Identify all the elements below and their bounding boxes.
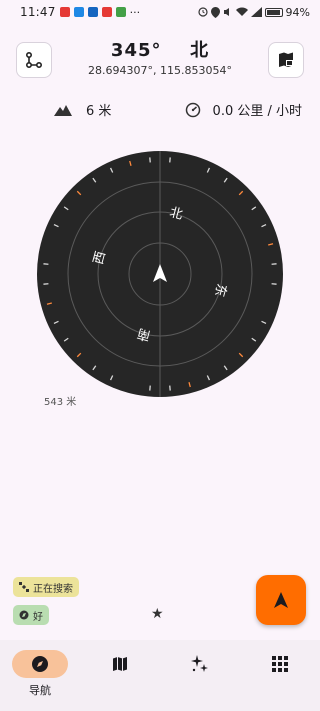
sparkle-icon	[191, 655, 208, 672]
map-layers-icon	[279, 52, 293, 67]
bottom-navigation: 导航	[0, 640, 320, 711]
compass-svg: 北 东 南 西	[37, 151, 283, 397]
nav-item-apps[interactable]	[240, 650, 320, 678]
map-icon	[113, 657, 127, 671]
wifi-icon	[235, 7, 248, 16]
more-notifications: ···	[129, 5, 141, 19]
map-layers-button[interactable]	[268, 42, 304, 78]
compass-icon	[32, 656, 48, 672]
status-time: 11:47	[20, 5, 56, 19]
satellite-icon	[19, 582, 29, 592]
heading-direction: 北	[190, 40, 210, 61]
cell-signal-icon	[250, 7, 262, 17]
altitude-value: 6 米	[86, 104, 112, 119]
nav-item-map[interactable]	[80, 650, 160, 678]
nav-item-navigate[interactable]: 导航	[0, 650, 80, 698]
nav-item-sky[interactable]	[160, 650, 240, 678]
notification-icon	[115, 7, 126, 17]
signal-status-label: 好	[33, 611, 43, 623]
heading-display: 345° 北	[60, 36, 260, 62]
status-bar-left: 11:47 ···	[20, 5, 140, 19]
location-icon	[210, 6, 220, 18]
status-bar-right: 94%	[197, 5, 310, 19]
altitude-readout: 6 米	[54, 100, 111, 119]
speed-value: 0.0 公里 / 小时	[212, 104, 302, 119]
signal-status-chip[interactable]: 好	[13, 605, 49, 625]
compass-small-icon	[19, 610, 29, 620]
status-bar: 11:47 ··· 94%	[0, 0, 320, 24]
nav-pill	[252, 650, 308, 678]
notification-icon	[101, 7, 112, 17]
heading-degrees: 345°	[110, 40, 162, 61]
nav-pill	[92, 650, 148, 678]
route-icon	[25, 51, 43, 69]
nav-pill-active	[12, 650, 68, 678]
navigation-arrow-icon	[274, 592, 288, 608]
nav-pill	[172, 650, 228, 678]
battery-percent: 94%	[285, 5, 310, 19]
route-button[interactable]	[16, 42, 52, 78]
speed-readout: 0.0 公里 / 小时	[185, 100, 302, 119]
gps-status-chip[interactable]: 正在搜索	[13, 577, 79, 597]
navigate-fab[interactable]	[256, 575, 306, 625]
alarm-icon	[197, 7, 208, 17]
notification-icon	[73, 7, 84, 17]
nav-label-navigate: 导航	[29, 684, 51, 697]
gps-status-label: 正在搜索	[33, 583, 73, 595]
mountain-icon	[54, 104, 72, 116]
grid-icon	[272, 656, 288, 672]
info-bar: 6 米 0.0 公里 / 小时	[0, 100, 320, 124]
battery-icon	[264, 7, 283, 17]
star-icon[interactable]: ★	[151, 606, 164, 622]
compass-dial[interactable]: 北 东 南 西	[37, 151, 283, 397]
mute-icon	[223, 8, 229, 16]
speedometer-icon	[185, 102, 200, 117]
notification-icon	[87, 7, 98, 17]
coordinates: 28.694307°, 115.853054°	[88, 64, 232, 77]
range-label: 543 米	[44, 397, 77, 408]
notification-icon	[59, 7, 70, 17]
